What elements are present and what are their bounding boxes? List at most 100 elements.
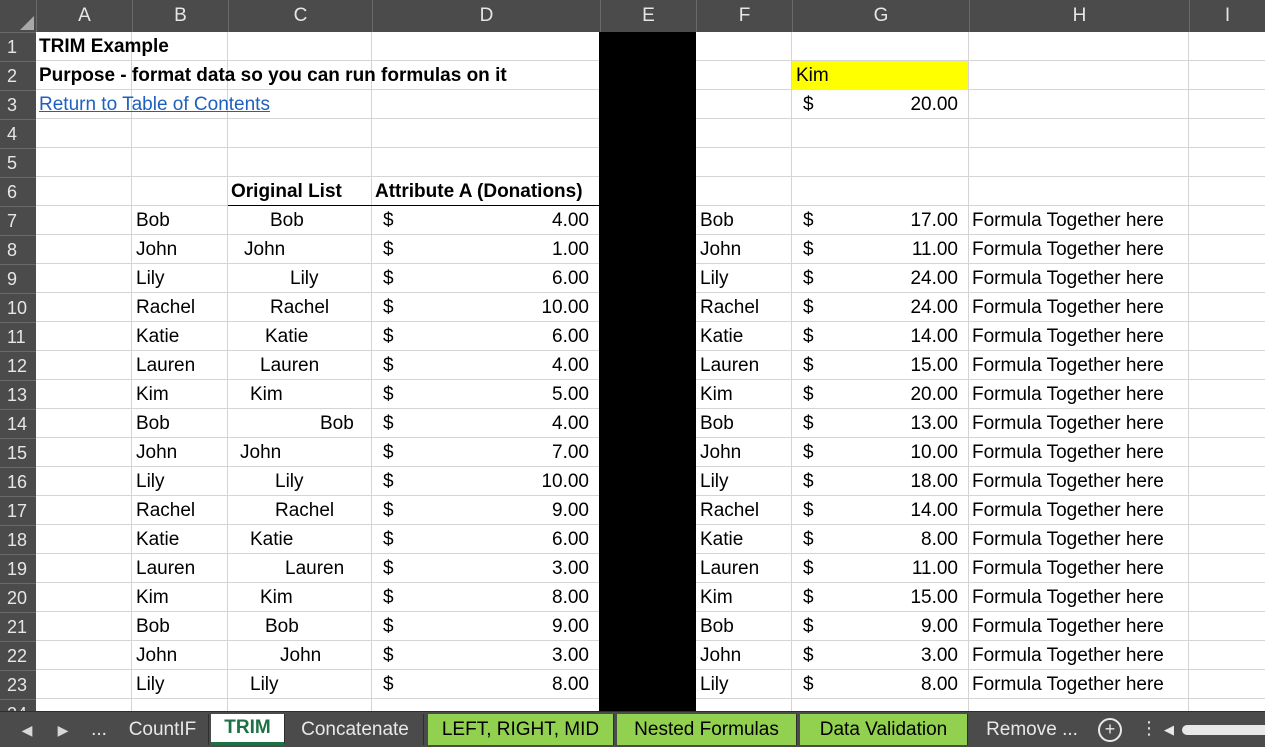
row-header-6[interactable]: 6 xyxy=(0,177,36,206)
cell-amount-g[interactable]: 15.00 xyxy=(860,351,958,380)
cell-name-b[interactable]: John xyxy=(136,438,177,467)
cell-currency-d[interactable]: $ xyxy=(383,293,394,322)
row-header-8[interactable]: 8 xyxy=(0,235,36,264)
row-header-18[interactable]: 18 xyxy=(0,525,36,554)
row-header-15[interactable]: 15 xyxy=(0,438,36,467)
cell-amount-g[interactable]: 10.00 xyxy=(860,438,958,467)
cell-amount-d[interactable]: 1.00 xyxy=(460,235,589,264)
cell-name-f[interactable]: Lily xyxy=(700,670,729,699)
row-header-20[interactable]: 20 xyxy=(0,583,36,612)
cell-formula-h[interactable]: Formula Together here xyxy=(972,467,1164,496)
cell-original-c[interactable]: Lauren xyxy=(260,351,319,380)
cell-name-f[interactable]: Rachel xyxy=(700,496,759,525)
cell-currency-g[interactable]: $ xyxy=(803,525,814,554)
lookup-name[interactable]: Kim xyxy=(796,61,829,90)
scroll-left-icon[interactable]: ◀ xyxy=(1164,722,1174,738)
cell-amount-d[interactable]: 4.00 xyxy=(460,351,589,380)
cell-original-c[interactable]: Bob xyxy=(270,206,304,235)
cell-name-b[interactable]: Katie xyxy=(136,525,179,554)
cell-amount-d[interactable]: 5.00 xyxy=(460,380,589,409)
cell-name-b[interactable]: Lily xyxy=(136,467,165,496)
cell-name-b[interactable]: John xyxy=(136,235,177,264)
cell-name-f[interactable]: Lily xyxy=(700,467,729,496)
cell-currency-g[interactable]: $ xyxy=(803,670,814,699)
cell-original-c[interactable]: Bob xyxy=(265,612,299,641)
cell-amount-g[interactable]: 3.00 xyxy=(860,641,958,670)
row-header-12[interactable]: 12 xyxy=(0,351,36,380)
cell-currency-g[interactable]: $ xyxy=(803,467,814,496)
cell-currency-d[interactable]: $ xyxy=(383,670,394,699)
cell-name-f[interactable]: Lauren xyxy=(700,351,759,380)
cell-formula-h[interactable]: Formula Together here xyxy=(972,525,1164,554)
scroll-tabs-right-icon[interactable]: ▶ xyxy=(52,712,74,747)
column-header-f[interactable]: F xyxy=(696,0,792,32)
cell-name-f[interactable]: Bob xyxy=(700,206,734,235)
cell-original-c[interactable]: John xyxy=(240,438,281,467)
cell-amount-g[interactable]: 24.00 xyxy=(860,293,958,322)
cell-original-c[interactable]: Rachel xyxy=(275,496,334,525)
cell-amount-d[interactable]: 3.00 xyxy=(460,554,589,583)
row-header-17[interactable]: 17 xyxy=(0,496,36,525)
cell-formula-h[interactable]: Formula Together here xyxy=(972,206,1164,235)
cell-name-f[interactable]: Bob xyxy=(700,409,734,438)
cell-currency-g[interactable]: $ xyxy=(803,206,814,235)
row-header-1[interactable]: 1 xyxy=(0,32,36,61)
cell-currency-g[interactable]: $ xyxy=(803,351,814,380)
cell-currency-d[interactable]: $ xyxy=(383,380,394,409)
cell-formula-h[interactable]: Formula Together here xyxy=(972,351,1164,380)
cell-currency-d[interactable]: $ xyxy=(383,467,394,496)
tab-data-validation[interactable]: Data Validation xyxy=(800,714,968,745)
column-header-g[interactable]: G xyxy=(792,0,969,32)
add-sheet-icon[interactable]: + xyxy=(1098,718,1122,742)
cell-name-f[interactable]: Lily xyxy=(700,264,729,293)
tab-countif[interactable]: CountIF xyxy=(117,714,209,745)
more-options-icon[interactable]: ⋮ xyxy=(1140,718,1158,739)
cell-currency-d[interactable]: $ xyxy=(383,264,394,293)
cell-amount-d[interactable]: 6.00 xyxy=(460,322,589,351)
cell-name-b[interactable]: Rachel xyxy=(136,293,195,322)
cell-currency-g[interactable]: $ xyxy=(803,496,814,525)
cell-amount-g[interactable]: 18.00 xyxy=(860,467,958,496)
row-header-14[interactable]: 14 xyxy=(0,409,36,438)
row-header-23[interactable]: 23 xyxy=(0,670,36,699)
cell-amount-d[interactable]: 9.00 xyxy=(460,496,589,525)
cell-currency-g[interactable]: $ xyxy=(803,293,814,322)
cell-original-c[interactable]: John xyxy=(244,235,285,264)
cell-amount-d[interactable]: 3.00 xyxy=(460,641,589,670)
lookup-amount[interactable]: 20.00 xyxy=(870,90,958,119)
row-header-11[interactable]: 11 xyxy=(0,322,36,351)
cell-original-c[interactable]: Lily xyxy=(275,467,304,496)
cell-original-c[interactable]: Kim xyxy=(260,583,293,612)
cell-currency-d[interactable]: $ xyxy=(383,612,394,641)
cell-currency-g[interactable]: $ xyxy=(803,409,814,438)
cell-name-b[interactable]: Lauren xyxy=(136,351,195,380)
cell-formula-h[interactable]: Formula Together here xyxy=(972,554,1164,583)
cell-name-b[interactable]: Bob xyxy=(136,206,170,235)
horizontal-scrollbar[interactable]: ◀ xyxy=(1160,722,1265,738)
cell-currency-g[interactable]: $ xyxy=(803,612,814,641)
cell-currency-g[interactable]: $ xyxy=(803,380,814,409)
cell-amount-g[interactable]: 14.00 xyxy=(860,496,958,525)
cell-amount-d[interactable]: 10.00 xyxy=(460,467,589,496)
cell-currency-d[interactable]: $ xyxy=(383,554,394,583)
cell-amount-d[interactable]: 6.00 xyxy=(460,264,589,293)
cell-currency-g[interactable]: $ xyxy=(803,554,814,583)
cell-amount-g[interactable]: 8.00 xyxy=(860,670,958,699)
row-header-19[interactable]: 19 xyxy=(0,554,36,583)
tab-more-left[interactable]: ... xyxy=(84,714,114,745)
cell-formula-h[interactable]: Formula Together here xyxy=(972,670,1164,699)
row-header-2[interactable]: 2 xyxy=(0,61,36,90)
select-all-corner[interactable] xyxy=(0,0,36,32)
toc-link[interactable]: Return to Table of Contents xyxy=(39,90,270,119)
cell-amount-g[interactable]: 24.00 xyxy=(860,264,958,293)
cell-formula-h[interactable]: Formula Together here xyxy=(972,583,1164,612)
attribute-header[interactable]: Attribute A (Donations) xyxy=(375,177,583,206)
cell-amount-g[interactable]: 11.00 xyxy=(860,554,958,583)
cell-currency-g[interactable]: $ xyxy=(803,641,814,670)
cell-original-c[interactable]: Katie xyxy=(265,322,308,351)
cell-currency-g[interactable]: $ xyxy=(803,264,814,293)
cell-amount-d[interactable]: 4.00 xyxy=(460,206,589,235)
cell-original-c[interactable]: Lily xyxy=(290,264,319,293)
cell-formula-h[interactable]: Formula Together here xyxy=(972,409,1164,438)
scrollbar-thumb[interactable] xyxy=(1182,725,1265,735)
